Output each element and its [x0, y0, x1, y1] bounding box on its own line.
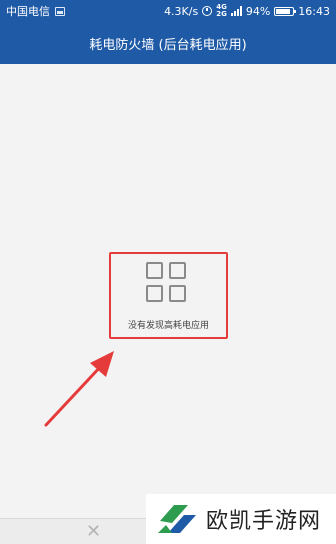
status-left: 中国电信 [6, 3, 65, 19]
alarm-icon [202, 6, 213, 16]
title-bar: 耗电防火墙 (后台耗电应用) [0, 22, 336, 64]
status-right: 4.3K/s 4G 2G 94% 16:43 [164, 4, 330, 18]
network-speed: 4.3K/s [164, 4, 199, 18]
signal-icon [230, 6, 242, 16]
clock: 16:43 [298, 4, 330, 18]
empty-state-message: 没有发现高耗电应用 [127, 321, 209, 331]
battery-percent: 94% [245, 4, 271, 18]
battery-fill [276, 8, 291, 14]
page-title: 耗电防火墙 (后台耗电应用) [89, 37, 247, 53]
watermark: 欧凯手游网 [146, 494, 336, 544]
battery-icon [274, 6, 297, 16]
close-icon[interactable]: ✕ [86, 523, 101, 541]
carrier-label: 中国电信 [6, 5, 50, 18]
status-bar: 中国电信 4.3K/s 4G 2G 94% 16:43 [0, 0, 336, 22]
image-notification-icon [55, 6, 65, 16]
annotation-arrow-icon [44, 351, 114, 427]
empty-state-highlight: 没有发现高耗电应用 [109, 252, 228, 339]
apps-grid-icon [146, 262, 190, 306]
watermark-text: 欧凯手游网 [206, 509, 322, 534]
network-type-icon: 4G 2G [216, 4, 227, 18]
watermark-logo-icon [158, 505, 196, 533]
network-type-bottom: 2G [216, 10, 227, 18]
